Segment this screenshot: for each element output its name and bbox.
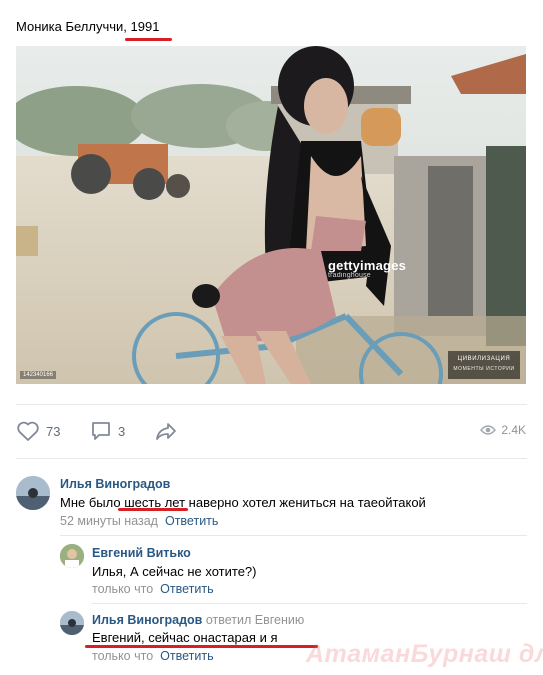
getty-watermark-sub: tradinghouse [328,272,371,279]
civ-watermark-line1: ЦИВИЛИЗАЦИЯ [457,356,511,362]
reply-button[interactable]: Ответить [165,514,218,528]
post-divider [16,404,527,405]
comment-replied-to[interactable]: ответил Евгению [206,613,304,627]
comment-text: Илья, А сейчас не хотите?) [92,564,257,579]
comment-icon [92,422,110,440]
like-count: 73 [46,423,61,439]
avatar-image [16,476,50,510]
comment-time[interactable]: 52 минуты назад [60,514,158,528]
photo-illustration [16,46,526,384]
comment-author-link[interactable]: Илья Виноградов [92,613,202,627]
comment-divider [92,603,527,604]
title-year-underline [125,38,172,41]
comment-count: 3 [118,423,126,439]
like-button[interactable]: 73 [16,420,60,442]
comment-meta: только что Ответить [92,649,214,663]
photo-id: 142340166 [20,371,57,379]
comment-text-part: наверно хотел жениться на таеойтакой [185,495,426,510]
avatar-image [60,611,84,635]
post-title-name: Моника Беллуччи, [16,19,131,34]
share-icon [156,423,176,440]
site-watermark: АтаманБурнаш для ЯП [306,640,543,668]
views-count: 2.4K [501,423,526,437]
comment-meta: 52 минуты назад Ответить [60,514,218,528]
getty-watermark: gettyimages tradinghouse [328,258,406,279]
comment-highlight-underline [85,645,318,648]
reply-button[interactable]: Ответить [160,649,213,663]
avatar-image [60,544,84,568]
comment-text: Мне было шесть лет наверно хотел женитьс… [60,495,426,510]
eye-icon [480,425,497,435]
post-title: Моника Беллуччи, 1991 [16,19,159,34]
avatar[interactable] [60,611,84,635]
avatar[interactable] [60,544,84,568]
comment-time[interactable]: только что [92,649,153,663]
comment-author[interactable]: Илья Виноградов [60,477,170,491]
comment-meta: только что Ответить [92,582,214,596]
civ-watermark: ЦИВИЛИЗАЦИЯ МОМЕНТЫ ИСТОРИИ [448,351,520,379]
avatar[interactable] [16,476,50,510]
comment-text: Евгений, сейчас онастарая и я [92,630,278,645]
views-counter: 2.4K [480,423,526,437]
comment-author[interactable]: Евгений Витько [92,546,191,560]
comment-time[interactable]: только что [92,582,153,596]
post-photo[interactable]: gettyimages tradinghouse 142340166 ЦИВИЛ… [16,46,526,384]
comment-highlight-underline [118,508,188,511]
comment-button[interactable]: 3 [90,420,125,442]
actions-divider [16,458,527,459]
getty-watermark-text: gettyimages [328,258,407,273]
civ-watermark-line2: МОМЕНТЫ ИСТОРИИ [453,366,515,372]
heart-icon [17,421,39,441]
comment-text-part: Мне было [60,495,125,510]
comment-author: Илья Виноградов ответил Евгению [92,613,304,627]
share-button[interactable] [154,420,184,442]
post-title-year: 1991 [130,19,160,34]
reply-button[interactable]: Ответить [160,582,213,596]
comment-divider [60,535,527,536]
